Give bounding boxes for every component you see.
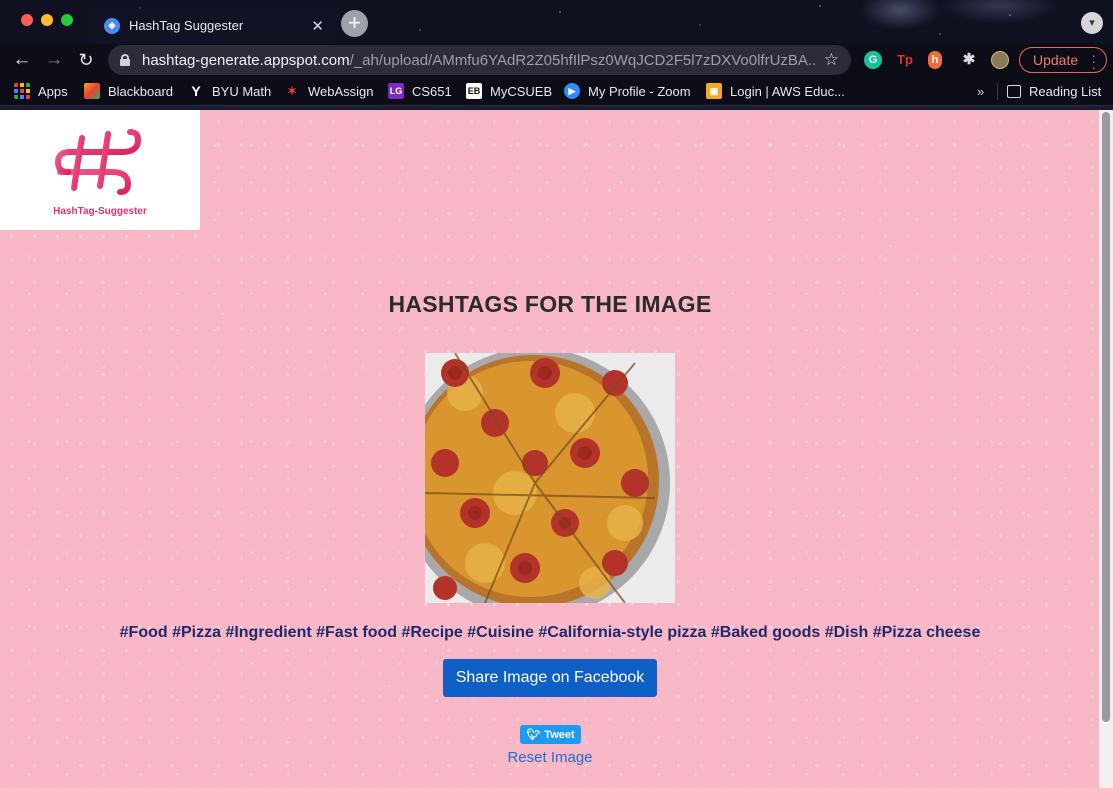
bookmark-zoom[interactable]: ▶ My Profile - Zoom [564,82,691,100]
scrollbar-track[interactable] [1099,110,1113,788]
close-window-button[interactable] [21,14,33,26]
pizza-image-icon [425,353,675,603]
honey-extension-icon[interactable]: h [928,51,942,69]
profile-avatar[interactable] [991,51,1009,69]
twitter-bird-icon: 🐦︎ [526,729,541,741]
bookmarks-bar: Apps Blackboard Y BYU Math ✶ WebAssign L… [0,76,1113,106]
minimize-window-button[interactable] [41,14,53,26]
tab-favicon-icon: ◆ [104,17,120,34]
tp-extension-icon[interactable]: Tp [896,51,914,69]
bookmark-webassign[interactable]: ✶ WebAssign [284,82,374,100]
back-arrow-icon[interactable]: ← [10,48,34,72]
bookmark-cs651[interactable]: LG CS651 [388,82,452,100]
reset-image-link[interactable]: Reset Image [0,749,1100,766]
page-viewport: HashTag-Suggester HASHTAGS FOR THE IMAGE [0,110,1113,788]
logo-text: HashTag-Suggester [53,206,147,217]
bookmark-label: My Profile - Zoom [588,83,691,99]
bookmark-label: BYU Math [212,83,272,99]
aws-icon: ▣ [706,83,722,99]
bookmark-label: Apps [38,83,68,99]
tweet-button[interactable]: 🐦︎ Tweet [520,725,581,744]
bookmarks-divider [997,83,998,100]
bookmark-label: Blackboard [108,83,174,99]
browser-tab-active[interactable]: ◆ HashTag Suggester ✕ [92,7,334,44]
bookmark-label: CS651 [412,83,452,99]
bookmark-apps[interactable]: Apps [14,82,68,100]
bookmark-mycsueb[interactable]: EB MyCSUEB [466,82,552,100]
tab-title: HashTag Suggester [129,18,244,33]
page-heading: HASHTAGS FOR THE IMAGE [388,291,712,317]
bookmark-aws[interactable]: ▣ Login | AWS Educ... [706,82,845,100]
menu-dots-icon: · · · [1091,47,1096,75]
tab-search-icon[interactable]: ▾ [1081,12,1103,34]
new-tab-button[interactable]: + [341,10,368,37]
url-text[interactable]: hashtag-generate.appspot.com/_ah/upload/… [142,52,816,69]
webassign-icon: ✶ [286,84,298,98]
uploaded-pizza-image [425,353,675,603]
bookmark-star-icon[interactable]: ☆ [824,50,839,70]
zoom-icon: ▶ [564,83,580,99]
browser-toolbar: ← → ↻ hashtag-generate.appspot.com/_ah/u… [0,44,1113,76]
bookmark-label: Login | AWS Educ... [730,83,845,99]
blackboard-icon [84,83,100,99]
cs651-icon: LG [388,83,404,99]
browser-tabstrip: ◆ HashTag Suggester ✕ + ▾ [0,0,1113,44]
hashtag-list: #Food #Pizza #Ingredient #Fast food #Rec… [119,624,981,641]
apps-grid-icon [14,83,30,99]
scrollbar-thumb[interactable] [1102,112,1110,722]
maximize-window-button[interactable] [61,14,73,26]
more-bookmarks-icon[interactable]: » [977,82,984,100]
reading-list-label: Reading List [1029,83,1102,99]
tab-close-icon[interactable]: ✕ [311,17,324,35]
share-facebook-button[interactable]: Share Image on Facebook [443,659,657,697]
extensions-puzzle-icon[interactable]: ✱ [960,51,978,69]
reading-list-button[interactable]: Reading List [1007,82,1101,100]
bookmark-label: MyCSUEB [490,83,553,99]
update-label: Update [1033,52,1079,68]
grammarly-extension-icon[interactable]: G [864,51,882,69]
bookmark-label: WebAssign [308,83,374,99]
reading-list-icon [1007,84,1021,98]
bookmark-byu-math[interactable]: Y BYU Math [188,82,271,100]
hashtag-logo-icon [54,129,142,195]
site-logo[interactable]: HashTag-Suggester [0,110,200,230]
forward-arrow-icon[interactable]: → [42,48,66,72]
update-button[interactable]: Update · · · [1019,47,1107,75]
tweet-label: Tweet [544,728,575,741]
reload-icon[interactable]: ↻ [74,48,98,72]
byu-icon: Y [191,83,201,99]
address-bar[interactable]: hashtag-generate.appspot.com/_ah/upload/… [108,45,851,75]
bookmark-blackboard[interactable]: Blackboard [84,82,173,100]
mycsueb-icon: EB [466,83,482,99]
lock-icon[interactable] [120,54,130,66]
